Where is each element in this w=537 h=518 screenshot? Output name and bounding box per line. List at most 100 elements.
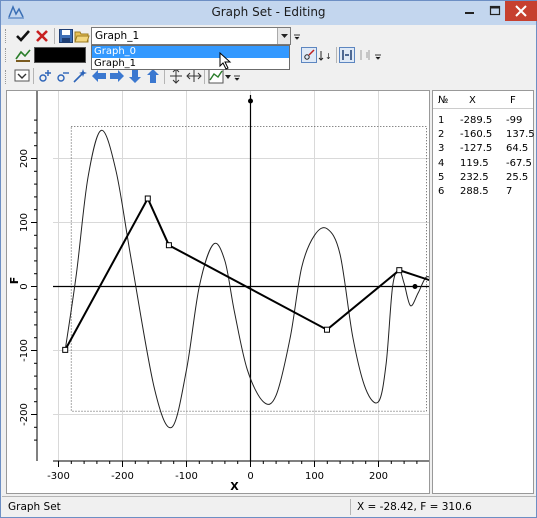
toolbar-grip[interactable] (5, 29, 8, 43)
x-tick-label: -300 (47, 471, 70, 482)
graph-node[interactable] (323, 326, 330, 333)
spacing-icon[interactable] (357, 47, 373, 63)
table-cell: -67.5 (506, 157, 532, 169)
mouse-cursor-icon (219, 52, 232, 70)
close-icon (515, 5, 527, 17)
bounding-frame (70, 126, 428, 412)
y-tick-label: 100 (19, 213, 30, 232)
status-left-text: Graph Set (8, 501, 61, 513)
table-cell: -160.5 (460, 129, 493, 141)
line-style-icon[interactable] (15, 47, 31, 63)
table-row[interactable]: 5 232.5 25.5 (433, 172, 533, 186)
table-cell: 288.5 (460, 186, 489, 197)
toolbar-separator (54, 28, 55, 44)
table-cell: 5 (438, 171, 445, 183)
arrow-right-icon[interactable] (109, 68, 125, 84)
minimize-icon (465, 12, 474, 14)
table-header: № X F (433, 91, 533, 109)
svg-text:↓: ↓ (325, 52, 332, 61)
graph-node[interactable] (62, 346, 69, 353)
chevron-down-icon (281, 34, 288, 38)
table-cell: -289.5 (460, 115, 493, 126)
magic-select-icon[interactable] (72, 68, 88, 84)
x-tick-label: 200 (369, 471, 388, 482)
table-row[interactable]: 1 -289.5 -99 (433, 115, 533, 129)
x-tick-label: 100 (305, 471, 324, 482)
checkmark-icon[interactable] (15, 28, 31, 44)
toolbar-overflow-icon[interactable] (375, 51, 381, 61)
cancel-x-icon[interactable] (34, 28, 50, 44)
snap-point-icon[interactable] (301, 47, 317, 63)
points-table[interactable]: № X F 1 -289.5 -99 2 -160.5 137.5 3 -127.5 64.5 4… (432, 90, 535, 494)
graph-select[interactable]: Graph_1 (91, 27, 291, 45)
graph-tools-icon[interactable] (208, 68, 224, 84)
graph-node[interactable] (144, 195, 151, 202)
table-cell: 1 (438, 115, 445, 126)
table-cell: 4 (438, 157, 445, 169)
arrow-left-icon[interactable] (91, 68, 107, 84)
open-folder-icon[interactable] (74, 28, 90, 44)
x-tick-label: 0 (247, 471, 253, 482)
arrow-up-icon[interactable] (145, 68, 161, 84)
table-cell: 2 (438, 129, 445, 141)
table-cell: 6 (438, 186, 445, 197)
line-color-swatch[interactable] (34, 47, 86, 63)
column-header-index: № (438, 95, 449, 106)
graph-node[interactable] (165, 242, 172, 249)
title-bar: Graph Set - Editing (1, 1, 537, 25)
function-curve (64, 129, 436, 429)
graph-dropdown-list: Graph_0 Graph_1 (91, 45, 290, 70)
y-tick-label: -100 (19, 339, 30, 362)
column-header-x: X (469, 95, 476, 106)
table-row[interactable]: 2 -160.5 137.5 (433, 129, 535, 143)
toolbar-separator (336, 47, 337, 63)
align-icon[interactable] (339, 47, 355, 63)
graph-node[interactable] (396, 267, 403, 274)
chevron-down-icon[interactable] (225, 75, 231, 79)
table-row[interactable]: 3 -127.5 64.5 (433, 143, 533, 157)
graph-canvas[interactable]: -300 -200 -100 0 100 2002001000-100-200XF (7, 91, 439, 493)
table-cell: 25.5 (506, 171, 529, 183)
close-button[interactable] (505, 1, 537, 21)
table-cell: 64.5 (506, 143, 529, 155)
x-tick-label: -100 (175, 471, 198, 482)
toolbar-overflow-icon[interactable] (294, 31, 300, 41)
x-tick-label: -200 (111, 471, 134, 482)
save-icon[interactable] (58, 28, 74, 44)
toolbar-separator (33, 68, 34, 84)
toolbar-overflow-icon[interactable] (234, 72, 240, 82)
add-point-icon[interactable] (14, 68, 30, 84)
table-cell: -99 (506, 115, 523, 126)
app-window: Graph Set - Editing Graph_1 ↓ Graph_0 Gr… (0, 0, 537, 518)
sort-points-icon[interactable]: ↓ (318, 47, 334, 63)
graph-polyline[interactable] (64, 196, 436, 351)
dropdown-option[interactable]: Graph_0 (92, 46, 289, 58)
dropdown-option[interactable]: Graph_1 (92, 58, 289, 70)
flip-horizontal-icon[interactable] (186, 68, 202, 84)
status-bar: Graph Set X = -28.42, F = 310.6 (2, 496, 536, 517)
y-tick-label: -200 (19, 403, 30, 426)
x-axis-label: X (230, 480, 239, 493)
x-axis-handle[interactable] (412, 284, 418, 289)
graph-select-value: Graph_1 (95, 30, 140, 42)
table-cell: 232.5 (460, 171, 489, 183)
flip-vertical-icon[interactable] (168, 68, 184, 84)
insert-point-icon[interactable] (37, 68, 53, 84)
y-axis-handle[interactable] (248, 98, 253, 104)
table-row[interactable]: 4 119.5 -67.5 (433, 158, 533, 172)
status-coordinates: X = -28.42, F = 310.6 (357, 501, 472, 513)
plot-panel[interactable]: -300 -200 -100 0 100 200 200 100 0 -100 -200 X F (6, 90, 439, 494)
combo-dropdown-button[interactable] (277, 28, 290, 44)
status-separator (350, 499, 351, 515)
column-header-f: F (510, 95, 516, 106)
toolbar-separator (204, 68, 205, 84)
arrow-down-icon[interactable] (127, 68, 143, 84)
toolbar-grip[interactable] (5, 48, 8, 62)
minimize-button[interactable] (456, 1, 482, 21)
y-tick-label: 200 (19, 149, 30, 168)
table-cell: 3 (438, 143, 445, 155)
table-row[interactable]: 6 288.5 7 (433, 186, 533, 200)
delete-point-icon[interactable] (55, 68, 71, 84)
toolbar-grip[interactable] (5, 70, 8, 84)
table-cell: -127.5 (460, 143, 493, 155)
